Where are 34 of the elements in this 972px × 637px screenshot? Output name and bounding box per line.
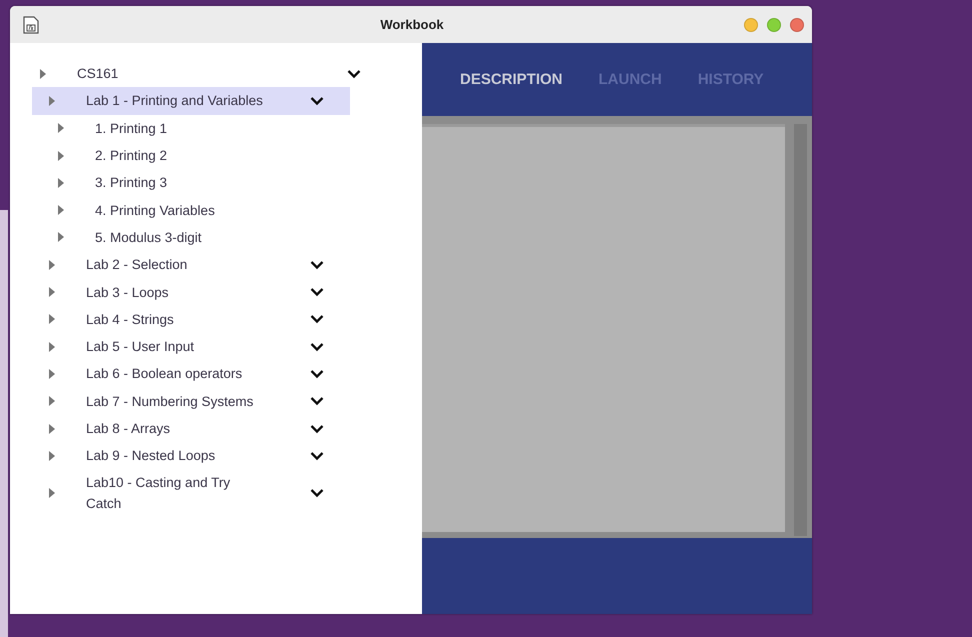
tree-item[interactable]: Lab 5 - User Input xyxy=(32,332,350,360)
tree-item-label: Lab 9 - Nested Loops xyxy=(86,447,216,466)
tree-item[interactable]: Lab 2 - Selection xyxy=(32,251,350,278)
tree-item-label: 2. Printing 2 xyxy=(95,147,168,166)
tree-item[interactable]: Lab10 - Casting and Try Catch xyxy=(32,469,350,518)
tree-item[interactable]: 4. Printing Variables xyxy=(32,196,350,224)
tree-item[interactable]: 3. Printing 3 xyxy=(32,169,350,196)
tree-item-label: Lab 3 - Loops xyxy=(86,284,170,302)
tree-item-label: CS161 xyxy=(77,65,120,84)
tree-item-label: 4. Printing Variables xyxy=(95,202,216,220)
tree-item[interactable]: 5. Modulus 3-digit xyxy=(32,224,350,252)
tree-item-label: Lab 5 - User Input xyxy=(86,338,196,356)
tree-item-label: Lab 1 - Printing and Variables xyxy=(86,92,264,110)
tree-item[interactable]: 1. Printing 1 xyxy=(32,114,350,142)
tree-item[interactable]: Lab 9 - Nested Loops xyxy=(32,442,350,470)
tree-item[interactable]: Lab 7 - Numbering Systems xyxy=(32,388,350,415)
tree-item-label: Lab10 - Casting and Try Catch xyxy=(86,474,232,514)
tree-item-label: 3. Printing 3 xyxy=(95,174,168,192)
tree-item-label: Lab 8 - Arrays xyxy=(86,420,172,438)
tree-item-label: Lab 2 - Selection xyxy=(86,256,188,274)
tree-item[interactable]: Lab 8 - Arrays xyxy=(32,414,350,442)
tab[interactable]: DESCRIPTION xyxy=(460,71,563,88)
tree-item-label: Lab 7 - Numbering Systems xyxy=(86,392,254,411)
tree-item[interactable]: Lab 6 - Boolean operators xyxy=(32,360,350,388)
tree-item[interactable]: Lab 3 - Loops xyxy=(32,278,350,306)
window-title: Workbook xyxy=(379,17,445,32)
tree-item[interactable]: Lab 4 - Strings xyxy=(32,306,350,333)
tree-item[interactable]: 2. Printing 2 xyxy=(32,142,350,170)
tree-item-label: Lab 6 - Boolean operators xyxy=(86,365,244,384)
tree-item[interactable]: CS161 xyxy=(10,60,370,88)
tree-item[interactable]: Lab 1 - Printing and Variables xyxy=(32,87,350,115)
tree-item-label: Lab 4 - Strings xyxy=(86,310,175,329)
tree-item-label: 5. Modulus 3-digit xyxy=(95,228,203,247)
tree-item-label: 1. Printing 1 xyxy=(95,120,168,138)
